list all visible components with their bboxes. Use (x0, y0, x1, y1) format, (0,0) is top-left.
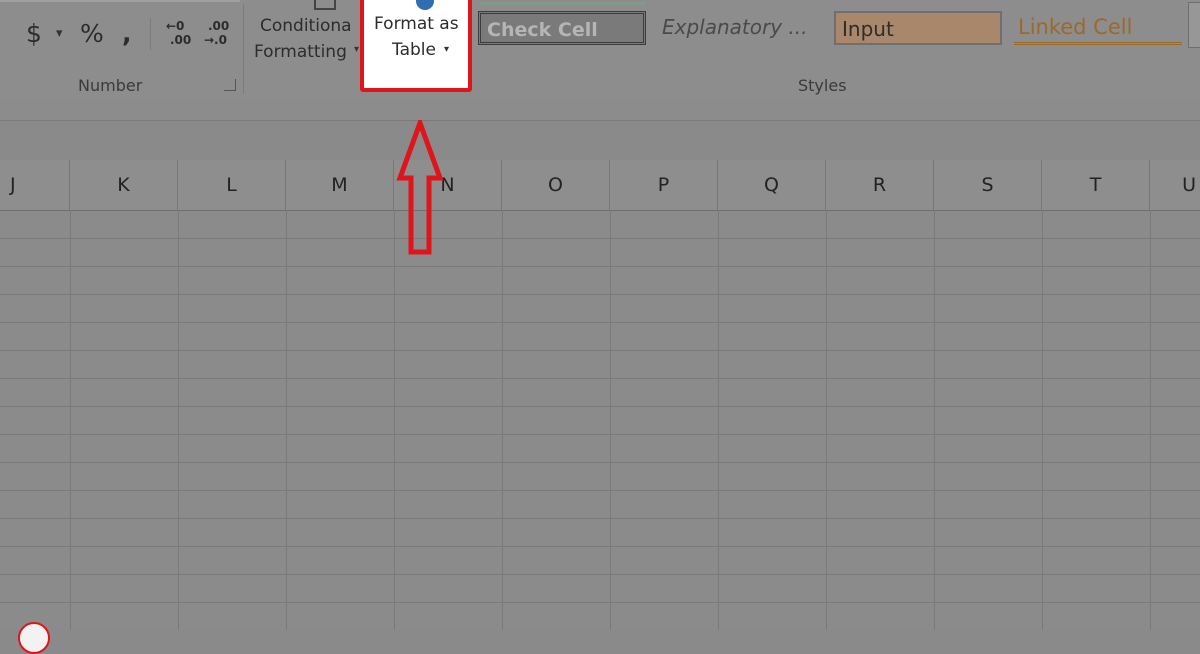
column-header-q[interactable]: Q (718, 160, 826, 210)
styles-group-label: Styles (798, 76, 847, 95)
style-linked-cell[interactable]: Linked Cell (1014, 11, 1182, 45)
grid-row-line (0, 574, 1200, 575)
column-header-p[interactable]: P (610, 160, 718, 210)
currency-dropdown-icon[interactable]: ▾ (56, 14, 63, 54)
grid-column-line (502, 210, 503, 630)
grid-column-line (286, 210, 287, 630)
column-header-row: J K L M N O P Q R S T U (0, 160, 1200, 211)
format-as-table-label-1: Format as (374, 14, 459, 34)
style-gallery-top-edge (480, 2, 646, 5)
grid-row-line (0, 266, 1200, 267)
grid-row-line (0, 462, 1200, 463)
increase-decimal-top: ←0 (166, 19, 185, 33)
comma-style-button[interactable]: , (122, 14, 132, 54)
conditional-formatting-icon (314, 0, 336, 10)
grid-column-line (178, 210, 179, 630)
column-header-m[interactable]: M (286, 160, 394, 210)
column-header-t[interactable]: T (1042, 160, 1150, 210)
grid-column-line (718, 210, 719, 630)
styles-gallery-scroll[interactable] (1188, 2, 1200, 48)
column-header-k[interactable]: K (70, 160, 178, 210)
decrease-decimal-top: .00 (208, 19, 230, 33)
conditional-formatting-dropdown-icon: ▾ (354, 44, 360, 55)
conditional-formatting-label-1: Conditiona (260, 16, 352, 36)
number-separator (150, 18, 151, 50)
increase-decimal-bottom: .00 (170, 33, 192, 47)
grid-row-line (0, 294, 1200, 295)
grid-row-line (0, 378, 1200, 379)
format-as-table-label-2: Table (392, 40, 436, 60)
decrease-decimal-button[interactable]: .00 →.0 (202, 17, 236, 51)
style-check-cell[interactable]: Check Cell (478, 11, 646, 45)
column-header-j[interactable]: J (0, 160, 70, 210)
column-header-s[interactable]: S (934, 160, 1042, 210)
increase-decimal-button[interactable]: ←0 .00 (164, 17, 198, 51)
column-header-r[interactable]: R (826, 160, 934, 210)
grid-column-line (70, 210, 71, 630)
grid-row-line (0, 434, 1200, 435)
number-group-label: Number (78, 76, 143, 95)
corner-badge-icon (18, 622, 50, 654)
grid-row-line (0, 406, 1200, 407)
format-as-table-button[interactable]: Format as Table ▾ (360, 0, 472, 92)
grid-column-line (610, 210, 611, 630)
grid-row-line (0, 490, 1200, 491)
column-header-u[interactable]: U (1150, 160, 1200, 210)
currency-format-button[interactable]: $ (26, 14, 42, 54)
grid-column-line (394, 210, 395, 630)
grid-column-line (826, 210, 827, 630)
grid-row-line (0, 350, 1200, 351)
grid-row-line (0, 322, 1200, 323)
grid-row-line (0, 602, 1200, 603)
ribbon: $ ▾ % , ←0 .00 .00 →.0 Number Conditiona… (0, 0, 1200, 101)
grid-row-line (0, 546, 1200, 547)
up-arrow-annotation-icon (396, 120, 444, 255)
format-as-table-dropdown-icon: ▾ (444, 44, 450, 55)
column-header-l[interactable]: L (178, 160, 286, 210)
style-input[interactable]: Input (834, 11, 1002, 45)
worksheet-grid[interactable]: J K L M N O P Q R S T U (0, 160, 1200, 630)
format-as-table-icon (416, 0, 434, 10)
conditional-formatting-button[interactable]: Conditiona Formatting ▾ (250, 0, 360, 72)
conditional-formatting-label-2: Formatting (254, 42, 347, 62)
column-header-o[interactable]: O (502, 160, 610, 210)
percent-style-button[interactable]: % (80, 14, 104, 54)
number-dialog-launcher-icon[interactable] (224, 79, 236, 91)
formula-bar-area (0, 100, 1200, 121)
grid-row-line (0, 518, 1200, 519)
grid-column-line (934, 210, 935, 630)
grid-column-line (1150, 210, 1151, 630)
decrease-decimal-bottom: →.0 (204, 33, 227, 47)
style-explanatory[interactable]: Explanatory ... (660, 11, 820, 45)
grid-row-line (0, 238, 1200, 239)
grid-column-line (1042, 210, 1043, 630)
group-separator (243, 4, 244, 94)
ribbon-top-border (0, 0, 240, 2)
